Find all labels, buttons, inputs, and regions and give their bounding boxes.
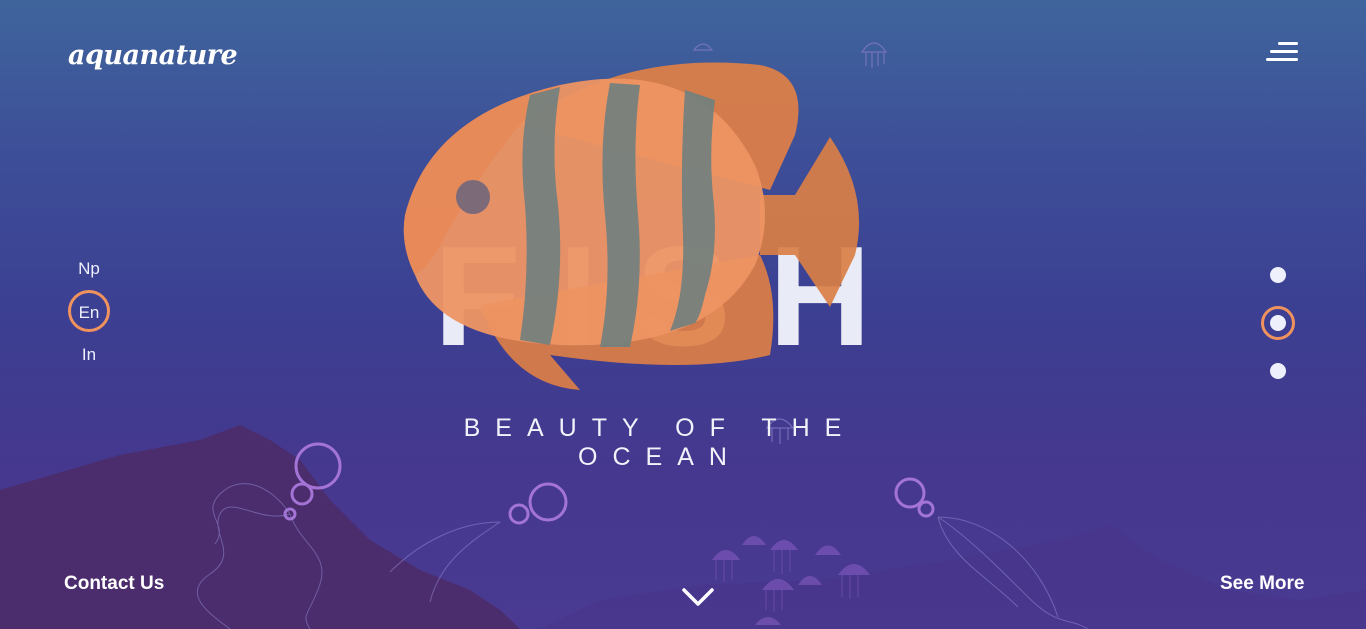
- chevron-down-icon[interactable]: [680, 582, 716, 610]
- hero-subtitle: BEAUTY OF THE OCEAN: [463, 414, 857, 471]
- language-option-np[interactable]: Np: [68, 259, 110, 279]
- contact-us-link[interactable]: Contact Us: [64, 573, 164, 595]
- language-option-en[interactable]: En: [68, 290, 110, 332]
- see-more-link[interactable]: See More: [1220, 573, 1304, 595]
- slide-indicator-3[interactable]: [1270, 363, 1286, 379]
- language-option-in[interactable]: In: [68, 345, 110, 365]
- slide-indicator-1[interactable]: [1270, 267, 1286, 283]
- fish-illustration: [403, 62, 860, 390]
- brand-logo[interactable]: aquanature: [68, 40, 238, 71]
- slide-indicator-2-active[interactable]: [1261, 306, 1295, 340]
- hamburger-menu-icon[interactable]: [1262, 40, 1302, 66]
